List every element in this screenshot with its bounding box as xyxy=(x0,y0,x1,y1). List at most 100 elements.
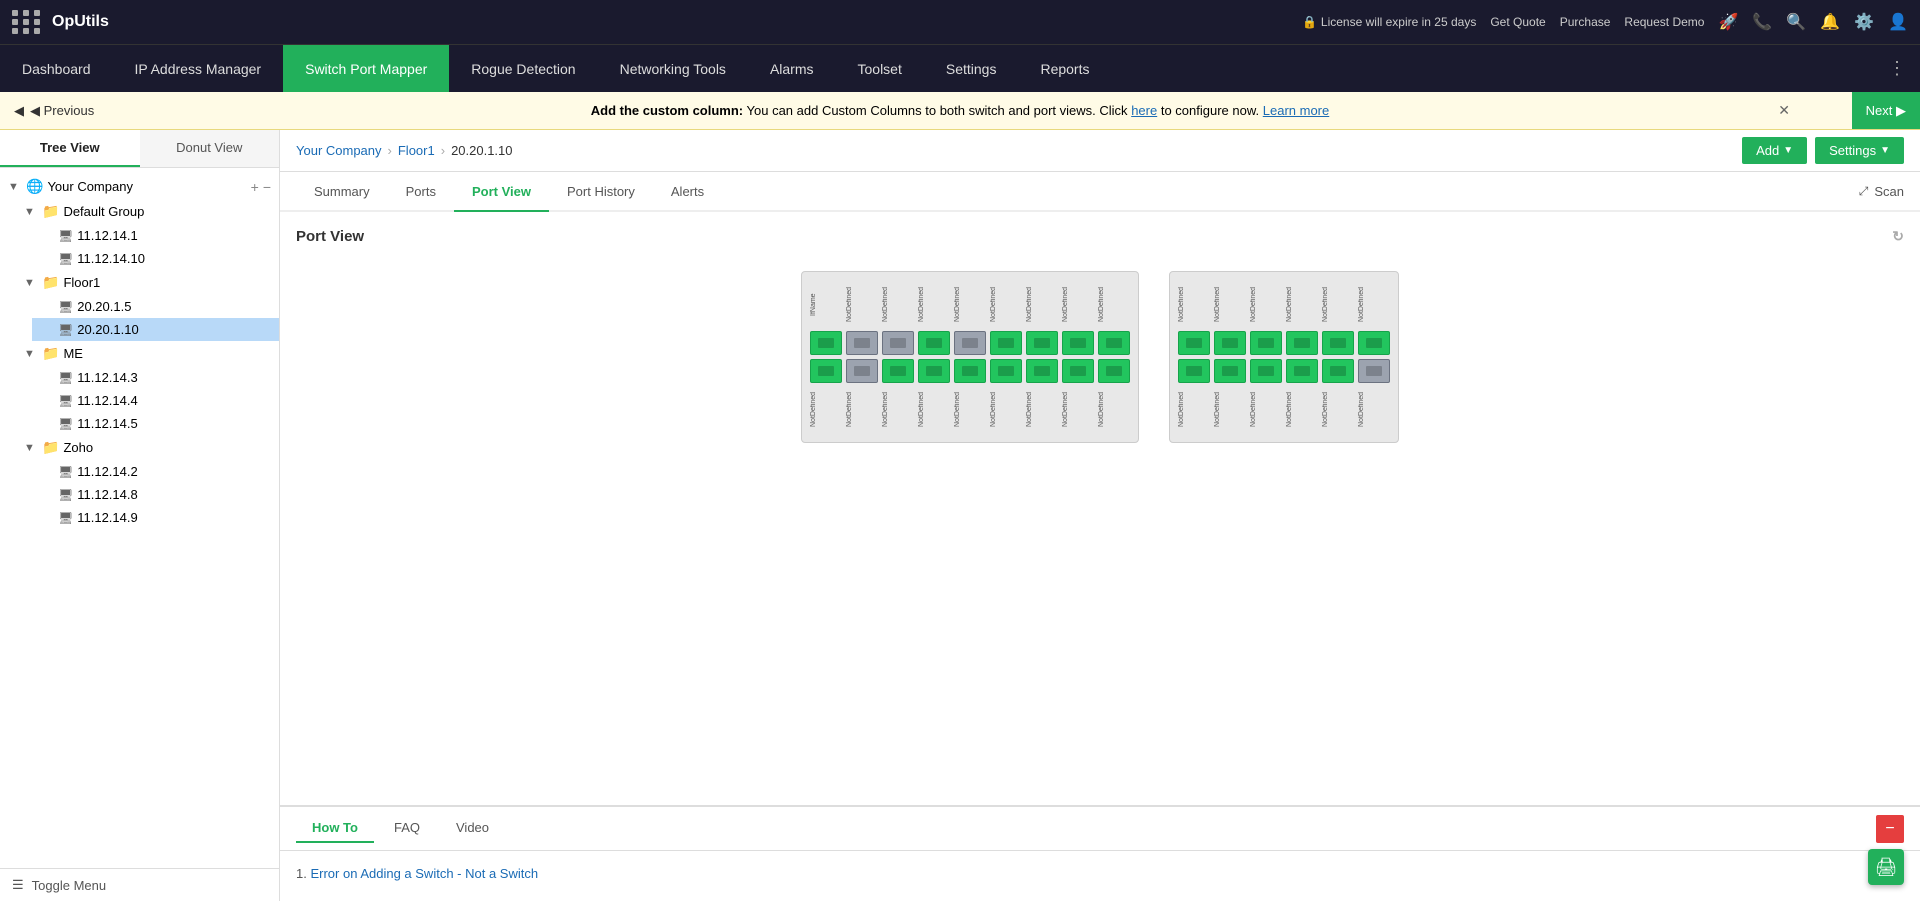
tree-item-11-12-14-5[interactable]: 🖥 11.12.14.5 xyxy=(32,412,279,435)
top-bar-right: 🔒 License will expire in 25 days Get Quo… xyxy=(1302,12,1908,32)
tree-item-11-12-14-1[interactable]: 🖥 11.12.14.1 xyxy=(32,224,279,247)
port-label: NotDefined xyxy=(846,387,878,432)
notification-link[interactable]: here xyxy=(1131,103,1157,118)
scan-button[interactable]: ⤢ Scan xyxy=(1859,184,1904,199)
purchase-link[interactable]: Purchase xyxy=(1560,15,1611,29)
port[interactable] xyxy=(1250,359,1282,383)
grid-menu-icon[interactable] xyxy=(12,10,42,34)
device-icon: 🖥 xyxy=(58,252,73,266)
port[interactable] xyxy=(1062,359,1094,383)
search-icon[interactable]: 🔍 xyxy=(1786,12,1806,32)
port[interactable] xyxy=(1358,359,1390,383)
tree-item-11-12-14-2[interactable]: 🖥 11.12.14.2 xyxy=(32,460,279,483)
tree-item-11-12-14-10[interactable]: 🖥 11.12.14.10 xyxy=(32,247,279,270)
tree-group-me[interactable]: ▼ 📁 ME xyxy=(16,341,279,366)
nav-alarms[interactable]: Alarms xyxy=(748,45,836,92)
port[interactable] xyxy=(1322,359,1354,383)
tree-root-your-company[interactable]: ▼ 🌐 Your Company + − xyxy=(0,174,279,199)
nav-networking-tools[interactable]: Networking Tools xyxy=(598,45,748,92)
port[interactable] xyxy=(1286,359,1318,383)
tree-item-11-12-14-8[interactable]: 🖥 11.12.14.8 xyxy=(32,483,279,506)
add-button[interactable]: Add ▼ xyxy=(1742,137,1807,164)
tab-alerts[interactable]: Alerts xyxy=(653,172,722,212)
tree-item-11-12-14-9[interactable]: 🖥 11.12.14.9 xyxy=(32,506,279,529)
tab-ports[interactable]: Ports xyxy=(388,172,454,212)
port[interactable] xyxy=(846,359,878,383)
phone-icon[interactable]: 📞 xyxy=(1752,12,1772,32)
port[interactable] xyxy=(1098,331,1130,355)
tab-summary[interactable]: Summary xyxy=(296,172,388,212)
nav-dashboard[interactable]: Dashboard xyxy=(0,45,113,92)
breadcrumb-folder[interactable]: Floor1 xyxy=(398,143,435,158)
tree-group-floor1[interactable]: ▼ 📁 Floor1 xyxy=(16,270,279,295)
tree-group-default[interactable]: ▼ 📁 Default Group xyxy=(16,199,279,224)
refresh-icon[interactable]: ↻ xyxy=(1892,228,1904,245)
port[interactable] xyxy=(1322,331,1354,355)
tree-item-20-20-1-10[interactable]: 🖥 20.20.1.10 xyxy=(32,318,279,341)
nav-switch-port-mapper[interactable]: Switch Port Mapper xyxy=(283,45,449,92)
port[interactable] xyxy=(1178,359,1210,383)
get-quote-link[interactable]: Get Quote xyxy=(1490,15,1545,29)
port[interactable] xyxy=(1098,359,1130,383)
settings-button[interactable]: Settings ▼ xyxy=(1815,137,1904,164)
port[interactable] xyxy=(810,331,842,355)
how-to-item[interactable]: Error on Adding a Switch - Not a Switch xyxy=(296,863,1904,884)
port[interactable] xyxy=(1026,359,1058,383)
port[interactable] xyxy=(1358,331,1390,355)
gear-icon[interactable]: ⚙️ xyxy=(1854,12,1874,32)
next-button[interactable]: Next ▶ xyxy=(1852,92,1920,129)
bottom-tab-faq[interactable]: FAQ xyxy=(378,814,436,843)
toggle-menu-button[interactable]: ☰ Toggle Menu xyxy=(0,868,279,901)
request-demo-link[interactable]: Request Demo xyxy=(1624,15,1704,29)
port[interactable] xyxy=(810,359,842,383)
print-button[interactable]: 🖨 xyxy=(1868,849,1904,885)
sidebar-tree: ▼ 🌐 Your Company + − ▼ 📁 Default Group xyxy=(0,168,279,868)
port-label: NotDefined xyxy=(990,387,1022,432)
port[interactable] xyxy=(1214,331,1246,355)
port[interactable] xyxy=(918,331,950,355)
port[interactable] xyxy=(1062,331,1094,355)
user-icon[interactable]: 👤 xyxy=(1888,12,1908,32)
nav-more-icon[interactable]: ⋮ xyxy=(1874,58,1920,79)
port[interactable] xyxy=(882,331,914,355)
port[interactable] xyxy=(918,359,950,383)
port[interactable] xyxy=(954,359,986,383)
nav-ip-address-manager[interactable]: IP Address Manager xyxy=(113,45,284,92)
port[interactable] xyxy=(1178,331,1210,355)
port[interactable] xyxy=(990,359,1022,383)
rocket-icon[interactable]: 🚀 xyxy=(1718,12,1738,32)
tree-group-zoho[interactable]: ▼ 📁 Zoho xyxy=(16,435,279,460)
tab-tree-view[interactable]: Tree View xyxy=(0,130,140,167)
previous-button[interactable]: ◀ ◀ Previous xyxy=(0,92,108,129)
bell-icon[interactable]: 🔔 xyxy=(1820,12,1840,32)
tree-item-20-20-1-5[interactable]: 🖥 20.20.1.5 xyxy=(32,295,279,318)
switch2-bottom-labels: NotDefinedNotDefinedNotDefinedNotDefined… xyxy=(1178,387,1390,432)
tree-item-11-12-14-4[interactable]: 🖥 11.12.14.4 xyxy=(32,389,279,412)
port[interactable] xyxy=(846,331,878,355)
close-notification-icon[interactable]: ✕ xyxy=(1778,102,1790,119)
nav-toolset[interactable]: Toolset xyxy=(836,45,924,92)
nav-rogue-detection[interactable]: Rogue Detection xyxy=(449,45,597,92)
nav-settings[interactable]: Settings xyxy=(924,45,1019,92)
tab-port-history[interactable]: Port History xyxy=(549,172,653,212)
learn-more-link[interactable]: Learn more xyxy=(1263,103,1329,118)
add-icon[interactable]: + xyxy=(251,179,259,195)
tree-item-11-12-14-3[interactable]: 🖥 11.12.14.3 xyxy=(32,366,279,389)
port[interactable] xyxy=(882,359,914,383)
notification-text: Add the custom column: You can add Custo… xyxy=(12,103,1908,118)
minus-icon[interactable]: − xyxy=(263,179,271,195)
port[interactable] xyxy=(1214,359,1246,383)
tab-donut-view[interactable]: Donut View xyxy=(140,130,280,167)
nav-reports[interactable]: Reports xyxy=(1018,45,1111,92)
port[interactable] xyxy=(1026,331,1058,355)
collapse-bottom-button[interactable]: − xyxy=(1876,815,1904,843)
bottom-tab-video[interactable]: Video xyxy=(440,814,505,843)
port[interactable] xyxy=(1286,331,1318,355)
port[interactable] xyxy=(990,331,1022,355)
tab-port-view[interactable]: Port View xyxy=(454,172,549,212)
switch2-row1 xyxy=(1178,331,1390,355)
bottom-tab-how-to[interactable]: How To xyxy=(296,814,374,843)
port[interactable] xyxy=(1250,331,1282,355)
port[interactable] xyxy=(954,331,986,355)
breadcrumb-company[interactable]: Your Company xyxy=(296,143,382,158)
